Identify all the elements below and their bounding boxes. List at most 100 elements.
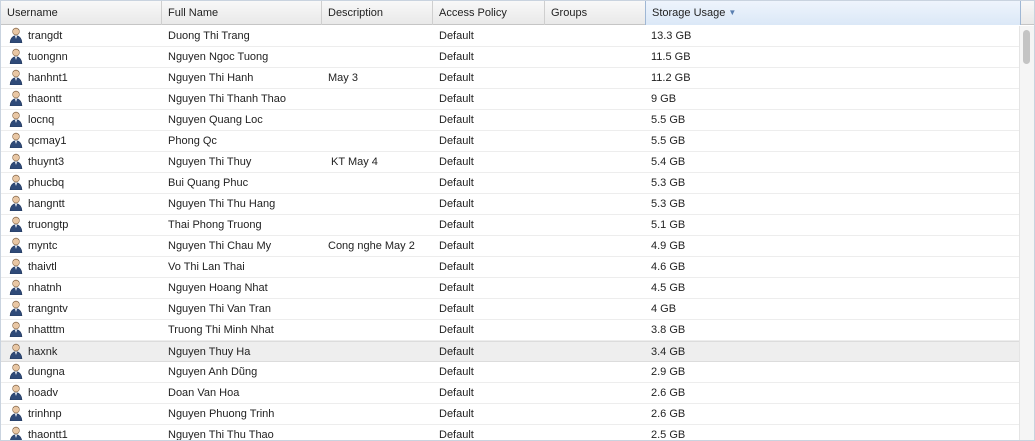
cell-access-policy: Default (439, 408, 474, 420)
cell-description (328, 342, 433, 362)
cell-storage-usage: 3.4 GB (651, 346, 686, 358)
table-row[interactable]: haxnk Nguyen Thuy Ha Default 3.4 GB (1, 341, 1019, 362)
cell-fullname: Thai Phong Truong (168, 219, 262, 231)
table-row[interactable]: thaivtl Vo Thi Lan Thai Default 4.6 GB (1, 257, 1019, 278)
user-icon (9, 363, 23, 380)
table-row[interactable]: hangntt Nguyen Thi Thu Hang Default 5.3 GB (1, 194, 1019, 215)
cell-description (328, 257, 433, 277)
cell-access-policy: Default (439, 135, 474, 147)
cell-access-policy: Default (439, 303, 474, 315)
cell-username: hangntt (9, 194, 159, 214)
cell-username: locnq (9, 110, 159, 130)
cell-groups (551, 342, 646, 362)
cell-description (328, 215, 433, 235)
table-row[interactable]: qcmay1 Phong Qc Default 5.5 GB (1, 131, 1019, 152)
cell-fullname: Nguyen Thi Thu Hang (168, 198, 276, 210)
cell-storage-usage: 13.3 GB (651, 30, 692, 42)
cell-groups (551, 236, 646, 256)
cell-storage-usage: 2.5 GB (651, 429, 686, 441)
username-text: trinhnp (28, 408, 62, 420)
user-icon (9, 132, 23, 149)
grid-body: trangdt Duong Thi Trang Default 13.3 GB tuon… (1, 26, 1019, 441)
column-header-label: Full Name (168, 7, 219, 19)
user-icon (9, 69, 23, 86)
cell-storage-usage: 4.5 GB (651, 282, 686, 294)
cell-fullname: Nguyen Quang Loc (168, 114, 263, 126)
column-header-label: Description (328, 7, 384, 19)
table-row[interactable]: dungna Nguyen Anh Dũng Default 2.9 GB (1, 362, 1019, 383)
column-header-label: Username (7, 7, 58, 19)
cell-storage-usage: 3.8 GB (651, 324, 686, 336)
cell-username: nhatnh (9, 278, 159, 298)
cell-fullname: Bui Quang Phuc (168, 177, 249, 189)
table-row[interactable]: trinhnp Nguyen Phuong Trinh Default 2.6 GB (1, 404, 1019, 425)
cell-description (328, 26, 433, 46)
cell-storage-usage: 2.6 GB (651, 387, 686, 399)
cell-fullname: Duong Thi Trang (168, 30, 250, 42)
table-row[interactable]: thuynt3 Nguyen Thi Thuy KT May 4 Default 5.… (1, 152, 1019, 173)
user-icon (9, 321, 23, 338)
table-row[interactable]: thaontt Nguyen Thi Thanh Thao Default 9 GB (1, 89, 1019, 110)
username-text: thaontt (28, 93, 62, 105)
table-row[interactable]: tuongnn Nguyen Ngoc Tuong Default 11.5 GB (1, 47, 1019, 68)
cell-description (328, 383, 433, 403)
column-header-description[interactable]: Description (322, 1, 433, 25)
cell-storage-usage: 9 GB (651, 93, 677, 105)
cell-access-policy: Default (439, 114, 474, 126)
table-row[interactable]: phucbq Bui Quang Phuc Default 5.3 GB (1, 173, 1019, 194)
table-row[interactable]: myntc Nguyen Thi Chau My Cong nghe May 2 De… (1, 236, 1019, 257)
user-icon (9, 343, 23, 360)
column-header-storage-usage[interactable]: Storage Usage ▼ (645, 1, 1021, 25)
cell-username: trinhnp (9, 404, 159, 424)
table-row[interactable]: nhatttm Truong Thi Minh Nhat Default 3.8 GB (1, 320, 1019, 341)
user-icon (9, 405, 23, 422)
cell-description (328, 194, 433, 214)
cell-description: May 3 (328, 72, 358, 84)
cell-description (328, 425, 433, 440)
cell-access-policy: Default (439, 177, 474, 189)
cell-storage-usage: 11.5 GB (651, 51, 691, 63)
table-row[interactable]: locnq Nguyen Quang Loc Default 5.5 GB (1, 110, 1019, 131)
cell-description (328, 320, 433, 340)
cell-storage-usage: 5.1 GB (651, 219, 686, 231)
cell-description (328, 89, 433, 109)
column-header-fullname[interactable]: Full Name (162, 1, 322, 25)
table-row[interactable]: nhatnh Nguyen Hoang Nhat Default 4.5 GB (1, 278, 1019, 299)
column-header-access-policy[interactable]: Access Policy (433, 1, 545, 25)
table-row[interactable]: thaontt1 Nguyen Thi Thu Thao Default 2.5 GB (1, 425, 1019, 441)
table-row[interactable]: hoadv Doan Van Hoa Default 2.6 GB (1, 383, 1019, 404)
cell-description: Cong nghe May 2 (328, 240, 415, 252)
user-icon (9, 258, 23, 275)
cell-username: trangntv (9, 299, 159, 319)
cell-access-policy: Default (439, 219, 474, 231)
grid-header: Username Full Name Description Access Po… (1, 1, 1034, 25)
cell-username: thaontt1 (9, 425, 159, 441)
username-text: nhatnh (28, 282, 62, 294)
cell-groups (551, 131, 646, 151)
column-header-groups[interactable]: Groups (545, 1, 646, 25)
cell-groups (551, 47, 646, 67)
cell-description: KT May 4 (328, 156, 378, 168)
column-header-username[interactable]: Username (1, 1, 162, 25)
table-row[interactable]: trangntv Nguyen Thi Van Tran Default 4 GB (1, 299, 1019, 320)
cell-access-policy: Default (439, 387, 474, 399)
cell-fullname: Nguyen Thuy Ha (168, 346, 251, 358)
cell-access-policy: Default (439, 366, 474, 378)
table-row[interactable]: hanhnt1 Nguyen Thi Hanh May 3 Default 11.2 G… (1, 68, 1019, 89)
scrollbar-thumb[interactable] (1023, 30, 1030, 64)
cell-description (328, 299, 433, 319)
username-text: thaontt1 (28, 429, 68, 441)
cell-description (328, 173, 433, 193)
cell-fullname: Nguyen Hoang Nhat (168, 282, 268, 294)
table-row[interactable]: trangdt Duong Thi Trang Default 13.3 GB (1, 26, 1019, 47)
table-row[interactable]: truongtp Thai Phong Truong Default 5.1 GB (1, 215, 1019, 236)
cell-username: dungna (9, 362, 159, 382)
username-text: qcmay1 (28, 135, 67, 147)
cell-storage-usage: 5.3 GB (651, 198, 686, 210)
vertical-scrollbar[interactable] (1019, 26, 1034, 440)
username-text: thaivtl (28, 261, 57, 273)
username-text: thuynt3 (28, 156, 65, 168)
cell-fullname: Phong Qc (168, 135, 217, 147)
cell-username: qcmay1 (9, 131, 159, 151)
cell-username: trangdt (9, 26, 159, 46)
